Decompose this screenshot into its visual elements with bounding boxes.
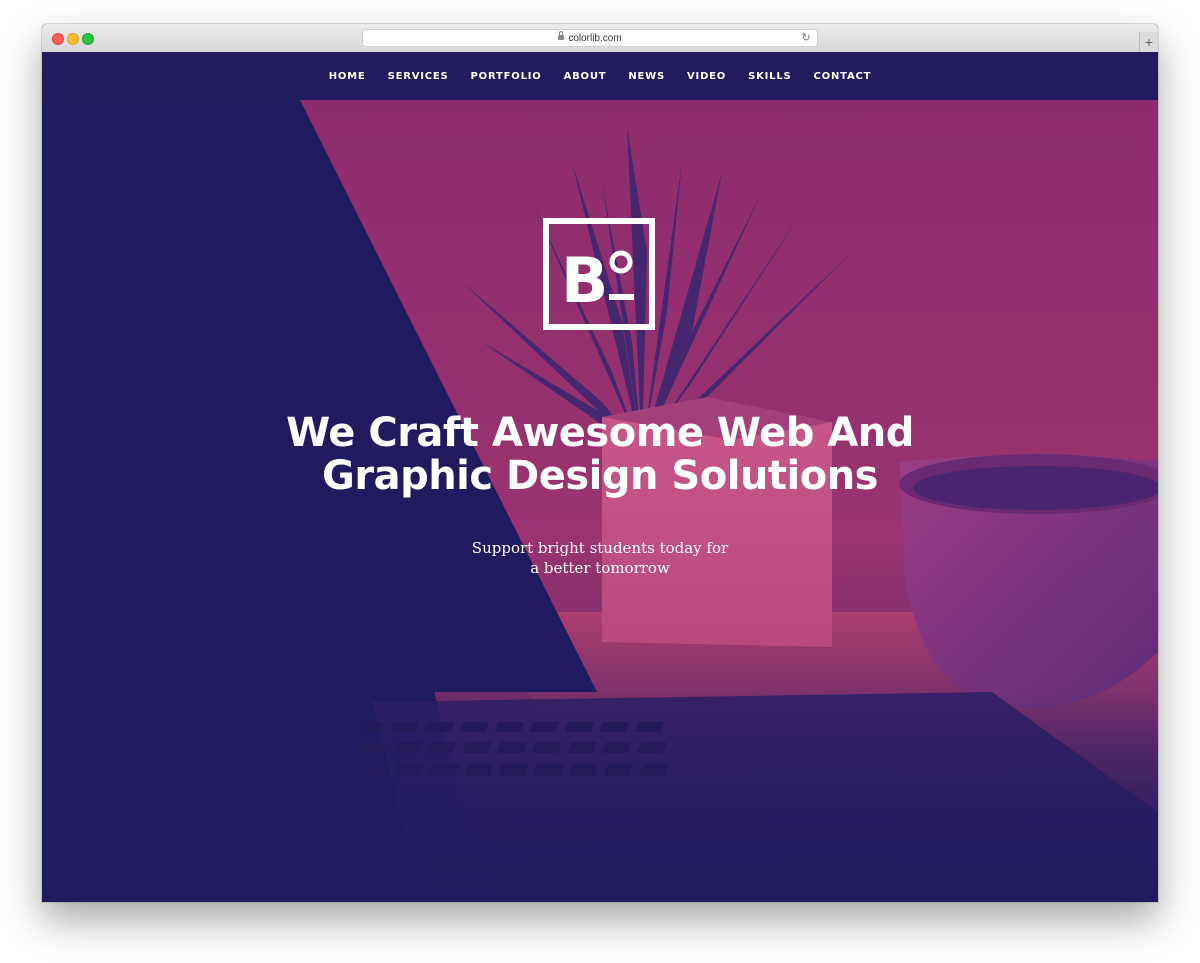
lock-icon bbox=[558, 30, 565, 40]
page-viewport: HOME SERVICES PORTFOLIO ABOUT NEWS VIDEO… bbox=[42, 52, 1158, 902]
nav-item-about[interactable]: ABOUT bbox=[553, 71, 618, 82]
hero-subtitle: Support bright students today for a bett… bbox=[400, 538, 800, 578]
browser-titlebar: colorlib.com ↻ + bbox=[42, 24, 1158, 53]
nav-item-contact[interactable]: CONTACT bbox=[803, 71, 883, 82]
logo-underline bbox=[609, 294, 634, 300]
logo-circle bbox=[609, 250, 633, 274]
nav-list: HOME SERVICES PORTFOLIO ABOUT NEWS VIDEO… bbox=[318, 52, 883, 100]
reload-icon[interactable]: ↻ bbox=[801, 33, 811, 44]
close-window-icon[interactable] bbox=[52, 33, 64, 45]
nav-item-video[interactable]: VIDEO bbox=[676, 71, 737, 82]
hero-title-line-1: We Craft Awesome Web And bbox=[286, 410, 914, 456]
site-logo[interactable]: B bbox=[543, 218, 655, 330]
address-url: colorlib.com bbox=[568, 33, 622, 44]
address-text-wrap: colorlib.com bbox=[363, 30, 817, 47]
logo-letter: B bbox=[561, 244, 608, 317]
main-nav: HOME SERVICES PORTFOLIO ABOUT NEWS VIDEO… bbox=[42, 52, 1158, 100]
zoom-window-icon[interactable] bbox=[82, 33, 94, 45]
nav-item-news[interactable]: NEWS bbox=[617, 71, 676, 82]
minimize-window-icon[interactable] bbox=[67, 33, 79, 45]
nav-item-portfolio[interactable]: PORTFOLIO bbox=[460, 71, 553, 82]
hero-title-line-2: Graphic Design Solutions bbox=[322, 453, 878, 499]
address-bar[interactable]: colorlib.com ↻ bbox=[362, 29, 818, 47]
bottom-fade bbox=[42, 692, 1158, 902]
nav-item-skills[interactable]: SKILLS bbox=[737, 71, 802, 82]
hero-subtitle-line-1: Support bright students today for bbox=[471, 539, 729, 557]
nav-item-home[interactable]: HOME bbox=[318, 71, 377, 82]
hero-subtitle-line-2: a better tomorrow bbox=[530, 559, 670, 577]
browser-window: colorlib.com ↻ + HOME SERVICES PORTFOLIO… bbox=[42, 24, 1158, 902]
hero-title: We Craft Awesome Web And Graphic Design … bbox=[200, 412, 1000, 498]
new-tab-icon[interactable]: + bbox=[1139, 32, 1158, 52]
nav-item-services[interactable]: SERVICES bbox=[377, 71, 460, 82]
